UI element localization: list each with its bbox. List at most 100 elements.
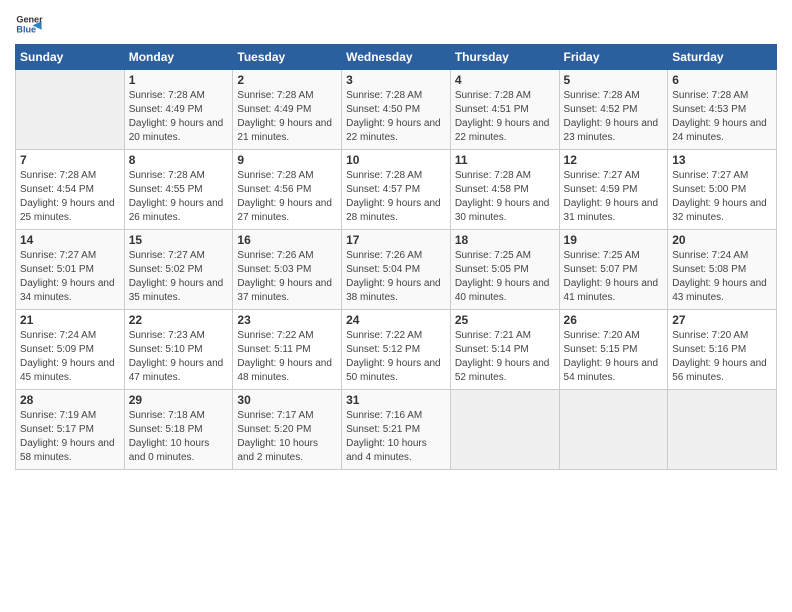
day-number: 31 xyxy=(346,393,446,407)
calendar-cell: 8 Sunrise: 7:28 AMSunset: 4:55 PMDaylight… xyxy=(124,150,233,230)
day-number: 15 xyxy=(129,233,229,247)
weekday-monday: Monday xyxy=(124,45,233,70)
day-info: Sunrise: 7:28 AMSunset: 4:53 PMDaylight:… xyxy=(672,89,772,145)
day-info: Sunrise: 7:25 AMSunset: 5:05 PMDaylight:… xyxy=(455,249,555,305)
day-number: 28 xyxy=(20,393,120,407)
day-info: Sunrise: 7:20 AMSunset: 5:15 PMDaylight:… xyxy=(564,329,664,385)
calendar-cell: 23 Sunrise: 7:22 AMSunset: 5:11 PMDayligh… xyxy=(233,310,342,390)
day-number: 1 xyxy=(129,73,229,87)
calendar-cell: 21 Sunrise: 7:24 AMSunset: 5:09 PMDayligh… xyxy=(16,310,125,390)
calendar-cell: 24 Sunrise: 7:22 AMSunset: 5:12 PMDayligh… xyxy=(342,310,451,390)
calendar-week-5: 28Sunrise: 7:19 AMSunset: 5:17 PMDayligh… xyxy=(16,390,777,470)
day-info: Sunrise: 7:17 AMSunset: 5:20 PMDaylight:… xyxy=(237,409,337,465)
logo: General Blue xyxy=(15,10,43,38)
weekday-wednesday: Wednesday xyxy=(342,45,451,70)
calendar-cell: 5 Sunrise: 7:28 AMSunset: 4:52 PMDaylight… xyxy=(559,70,668,150)
day-number: 14 xyxy=(20,233,120,247)
calendar-cell: 13 Sunrise: 7:27 AMSunset: 5:00 PMDayligh… xyxy=(668,150,777,230)
day-number: 12 xyxy=(564,153,664,167)
day-number: 7 xyxy=(20,153,120,167)
weekday-thursday: Thursday xyxy=(450,45,559,70)
day-number: 22 xyxy=(129,313,229,327)
day-number: 25 xyxy=(455,313,555,327)
day-number: 27 xyxy=(672,313,772,327)
day-number: 26 xyxy=(564,313,664,327)
calendar-cell xyxy=(559,390,668,470)
day-info: Sunrise: 7:27 AMSunset: 5:01 PMDaylight:… xyxy=(20,249,120,305)
calendar-cell: 29 Sunrise: 7:18 AMSunset: 5:18 PMDayligh… xyxy=(124,390,233,470)
day-info: Sunrise: 7:28 AMSunset: 4:49 PMDaylight:… xyxy=(129,89,229,145)
calendar-cell: 3 Sunrise: 7:28 AMSunset: 4:50 PMDaylight… xyxy=(342,70,451,150)
calendar-cell: 2 Sunrise: 7:28 AMSunset: 4:49 PMDaylight… xyxy=(233,70,342,150)
svg-text:Blue: Blue xyxy=(16,24,36,34)
day-info: Sunrise: 7:26 AMSunset: 5:03 PMDaylight:… xyxy=(237,249,337,305)
day-number: 18 xyxy=(455,233,555,247)
calendar-cell: 7 Sunrise: 7:28 AMSunset: 4:54 PMDaylight… xyxy=(16,150,125,230)
calendar-cell: 26 Sunrise: 7:20 AMSunset: 5:15 PMDayligh… xyxy=(559,310,668,390)
day-info: Sunrise: 7:28 AMSunset: 4:55 PMDaylight:… xyxy=(129,169,229,225)
calendar-cell: 20 Sunrise: 7:24 AMSunset: 5:08 PMDayligh… xyxy=(668,230,777,310)
day-info: Sunrise: 7:24 AMSunset: 5:09 PMDaylight:… xyxy=(20,329,120,385)
calendar-cell: 22 Sunrise: 7:23 AMSunset: 5:10 PMDayligh… xyxy=(124,310,233,390)
calendar-cell: 16Sunrise: 7:26 AMSunset: 5:03 PMDayligh… xyxy=(233,230,342,310)
day-number: 20 xyxy=(672,233,772,247)
day-number: 23 xyxy=(237,313,337,327)
day-info: Sunrise: 7:28 AMSunset: 4:56 PMDaylight:… xyxy=(237,169,337,225)
day-info: Sunrise: 7:27 AMSunset: 4:59 PMDaylight:… xyxy=(564,169,664,225)
calendar-cell: 15Sunrise: 7:27 AMSunset: 5:02 PMDayligh… xyxy=(124,230,233,310)
calendar-table: SundayMondayTuesdayWednesdayThursdayFrid… xyxy=(15,44,777,470)
calendar-cell xyxy=(668,390,777,470)
header-area: General Blue xyxy=(15,10,777,38)
day-number: 24 xyxy=(346,313,446,327)
weekday-saturday: Saturday xyxy=(668,45,777,70)
day-number: 29 xyxy=(129,393,229,407)
calendar-cell: 25 Sunrise: 7:21 AMSunset: 5:14 PMDayligh… xyxy=(450,310,559,390)
main-container: General Blue SundayMondayTuesdayWednesda… xyxy=(0,0,792,475)
day-number: 17 xyxy=(346,233,446,247)
day-info: Sunrise: 7:27 AMSunset: 5:00 PMDaylight:… xyxy=(672,169,772,225)
day-info: Sunrise: 7:25 AMSunset: 5:07 PMDaylight:… xyxy=(564,249,664,305)
day-number: 21 xyxy=(20,313,120,327)
day-info: Sunrise: 7:16 AMSunset: 5:21 PMDaylight:… xyxy=(346,409,446,465)
day-number: 19 xyxy=(564,233,664,247)
logo-icon: General Blue xyxy=(15,10,43,38)
day-info: Sunrise: 7:28 AMSunset: 4:54 PMDaylight:… xyxy=(20,169,120,225)
day-number: 3 xyxy=(346,73,446,87)
day-info: Sunrise: 7:22 AMSunset: 5:11 PMDaylight:… xyxy=(237,329,337,385)
calendar-cell: 27 Sunrise: 7:20 AMSunset: 5:16 PMDayligh… xyxy=(668,310,777,390)
calendar-cell: 30 Sunrise: 7:17 AMSunset: 5:20 PMDayligh… xyxy=(233,390,342,470)
calendar-week-4: 21 Sunrise: 7:24 AMSunset: 5:09 PMDayligh… xyxy=(16,310,777,390)
day-info: Sunrise: 7:18 AMSunset: 5:18 PMDaylight:… xyxy=(129,409,229,465)
calendar-cell: 14 Sunrise: 7:27 AMSunset: 5:01 PMDayligh… xyxy=(16,230,125,310)
day-info: Sunrise: 7:28 AMSunset: 4:51 PMDaylight:… xyxy=(455,89,555,145)
calendar-week-2: 7 Sunrise: 7:28 AMSunset: 4:54 PMDaylight… xyxy=(16,150,777,230)
day-number: 30 xyxy=(237,393,337,407)
day-info: Sunrise: 7:21 AMSunset: 5:14 PMDaylight:… xyxy=(455,329,555,385)
calendar-cell: 17Sunrise: 7:26 AMSunset: 5:04 PMDayligh… xyxy=(342,230,451,310)
calendar-cell: 11Sunrise: 7:28 AMSunset: 4:58 PMDayligh… xyxy=(450,150,559,230)
calendar-cell: 1 Sunrise: 7:28 AMSunset: 4:49 PMDaylight… xyxy=(124,70,233,150)
calendar-week-3: 14 Sunrise: 7:27 AMSunset: 5:01 PMDayligh… xyxy=(16,230,777,310)
day-info: Sunrise: 7:24 AMSunset: 5:08 PMDaylight:… xyxy=(672,249,772,305)
day-info: Sunrise: 7:23 AMSunset: 5:10 PMDaylight:… xyxy=(129,329,229,385)
calendar-cell xyxy=(16,70,125,150)
day-info: Sunrise: 7:28 AMSunset: 4:57 PMDaylight:… xyxy=(346,169,446,225)
weekday-sunday: Sunday xyxy=(16,45,125,70)
day-number: 8 xyxy=(129,153,229,167)
day-number: 13 xyxy=(672,153,772,167)
calendar-week-1: 1 Sunrise: 7:28 AMSunset: 4:49 PMDaylight… xyxy=(16,70,777,150)
day-number: 11 xyxy=(455,153,555,167)
calendar-cell: 12 Sunrise: 7:27 AMSunset: 4:59 PMDayligh… xyxy=(559,150,668,230)
day-info: Sunrise: 7:28 AMSunset: 4:50 PMDaylight:… xyxy=(346,89,446,145)
day-info: Sunrise: 7:28 AMSunset: 4:49 PMDaylight:… xyxy=(237,89,337,145)
calendar-cell: 9Sunrise: 7:28 AMSunset: 4:56 PMDaylight… xyxy=(233,150,342,230)
calendar-cell: 28Sunrise: 7:19 AMSunset: 5:17 PMDayligh… xyxy=(16,390,125,470)
calendar-cell: 18 Sunrise: 7:25 AMSunset: 5:05 PMDayligh… xyxy=(450,230,559,310)
weekday-header-row: SundayMondayTuesdayWednesdayThursdayFrid… xyxy=(16,45,777,70)
day-number: 5 xyxy=(564,73,664,87)
day-info: Sunrise: 7:28 AMSunset: 4:52 PMDaylight:… xyxy=(564,89,664,145)
calendar-cell: 31 Sunrise: 7:16 AMSunset: 5:21 PMDayligh… xyxy=(342,390,451,470)
day-number: 2 xyxy=(237,73,337,87)
day-info: Sunrise: 7:20 AMSunset: 5:16 PMDaylight:… xyxy=(672,329,772,385)
day-info: Sunrise: 7:22 AMSunset: 5:12 PMDaylight:… xyxy=(346,329,446,385)
